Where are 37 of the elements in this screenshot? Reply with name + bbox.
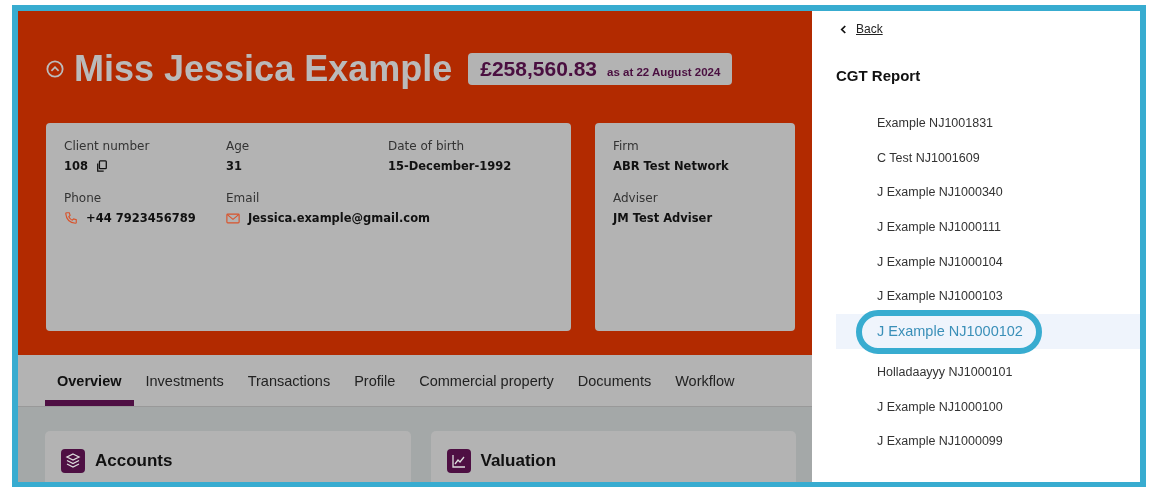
portfolio-value: £258,560.83 — [480, 57, 598, 81]
field-value: JM Test Adviser — [613, 211, 713, 225]
tab[interactable]: Documents — [565, 355, 664, 406]
field-label: Age — [226, 139, 250, 153]
card-title: Accounts — [95, 451, 173, 471]
report-list-item[interactable]: J Example NJ1000340 — [836, 175, 1140, 211]
tab[interactable]: Commercial property — [407, 355, 566, 406]
report-list-item[interactable]: J Example NJ1000100 — [836, 389, 1140, 425]
field-value: +44 7923456789 — [86, 211, 196, 225]
field-value: ABR Test Network — [613, 159, 729, 173]
tab[interactable]: Investments — [133, 355, 236, 406]
report-list-item[interactable]: Example NJ1001831 — [836, 106, 1140, 141]
value-date: as at 22 August 2024 — [607, 66, 721, 78]
field-label: Email — [226, 191, 260, 205]
field-label: Adviser — [613, 191, 658, 205]
field-value: Jessica.example@gmail.com — [248, 211, 431, 225]
report-list-item[interactable]: C Test NJ1001609 — [836, 140, 1140, 176]
report-list-item[interactable]: J Example NJ1000111 — [836, 210, 1140, 245]
client-name: Miss Jessica Example — [74, 48, 453, 90]
field-label: Firm — [613, 139, 639, 153]
back-link[interactable]: Back — [856, 22, 883, 36]
field-label: Date of birth — [388, 139, 465, 153]
tab[interactable]: Overview — [45, 355, 134, 406]
report-list-item[interactable]: Holladaayyy NJ1000101 — [836, 354, 1140, 390]
tab[interactable]: Transactions — [235, 355, 343, 406]
field-label: Phone — [64, 191, 102, 205]
panel-title: CGT Report — [836, 67, 922, 84]
field-value: 15-December-1992 — [388, 159, 512, 173]
report-list-item[interactable]: J Example NJ1000103 — [836, 279, 1140, 315]
report-list-item[interactable]: J Example NJ1000099 — [836, 424, 1140, 459]
field-value: 31 — [226, 159, 242, 173]
field-label: Client number — [64, 139, 150, 153]
report-list-item[interactable]: J Example NJ1000104 — [836, 244, 1140, 280]
card-title: Valuation — [480, 451, 557, 471]
tab[interactable]: Profile — [342, 355, 408, 406]
field-value: 108 — [64, 159, 88, 173]
tab[interactable]: Workflow — [663, 355, 747, 406]
